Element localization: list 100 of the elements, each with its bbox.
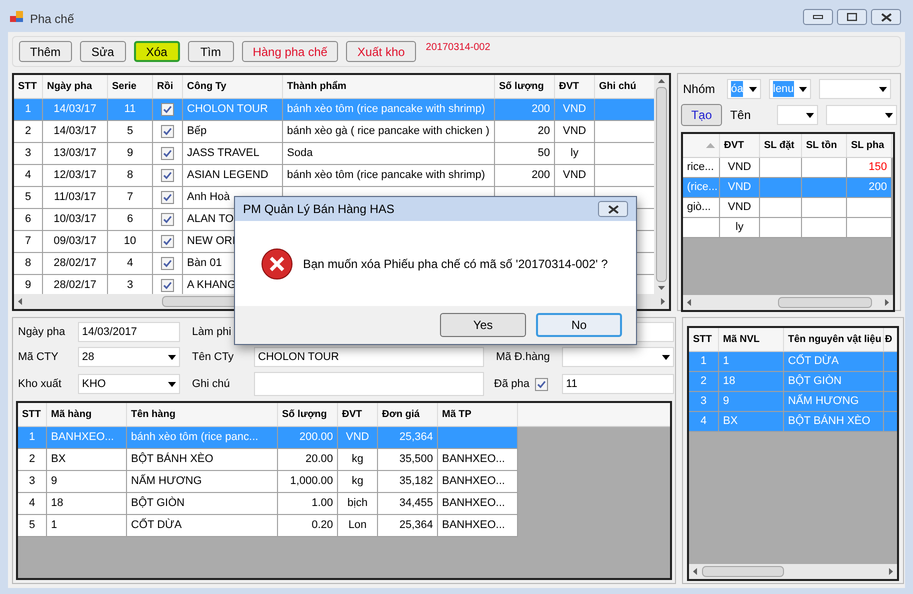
- voucher-code: 20170314-002: [426, 41, 490, 55]
- table-cell-text: 20.00: [305, 452, 333, 468]
- dropdown-value: óa: [731, 80, 744, 98]
- table-cell-text: 9: [126, 146, 134, 162]
- table-cell-text: BANHXEO...: [442, 496, 505, 512]
- table-cell-text: 11/03/17: [54, 190, 96, 206]
- table-cell-text: BANHXEO...: [51, 430, 114, 446]
- table-cell-text: BANHXEO...: [442, 452, 505, 468]
- table-cell-text: 3: [126, 278, 134, 294]
- table-cell-text: 3: [700, 394, 707, 410]
- table-cell-text: JASS TRAVEL: [187, 146, 260, 162]
- table-cell-text: 7: [126, 190, 134, 206]
- table-cell-text: 34,455: [399, 496, 433, 512]
- table-cell-text: VND: [728, 200, 752, 216]
- table-cell-text: Anh Hoà: [187, 190, 230, 206]
- table-cell-text: 5: [24, 190, 32, 206]
- table-cell-text: 4: [126, 256, 134, 272]
- dialog-message: Bạn muốn xóa Phiếu pha chế có mã số '20170314-002' ?: [303, 256, 608, 272]
- table-cell-text: Soda: [287, 146, 313, 162]
- table-cell-text: 2: [24, 124, 32, 140]
- table-cell-text: bịch: [347, 496, 368, 512]
- table-cell-text: rice...: [687, 160, 714, 176]
- table-cell-text: BANHXEO...: [442, 518, 505, 534]
- table-cell-text: giò...: [687, 200, 711, 216]
- table-cell-text: (rice...: [687, 180, 718, 196]
- table-cell-text: bánh xèo tôm (rice pancake with shrimp): [287, 102, 486, 118]
- dialog-title: PM Quản Lý Bán Hàng HAS: [243, 201, 396, 218]
- table-cell-text: 35,500: [399, 452, 433, 468]
- dropdown-value: 28: [82, 350, 94, 365]
- table-cell-text: 200: [868, 180, 887, 196]
- field-label: Mã Đ.hàng: [496, 350, 550, 363]
- table-cell-text: VND: [728, 180, 752, 196]
- table-cell-text: BANHXEO...: [442, 474, 505, 490]
- table-cell-text: BỘT GIÒN: [131, 495, 185, 512]
- field-label: Kho xuất: [18, 376, 62, 392]
- table-cell-text: 1.00: [312, 496, 333, 512]
- table-cell-text: 7: [24, 234, 32, 250]
- table-cell-text: 28/02/17: [54, 278, 96, 294]
- table-cell-text: 20: [538, 124, 550, 140]
- table-cell-text: 3: [24, 146, 32, 162]
- table-cell-text: 4: [24, 168, 32, 184]
- table-cell-text: 200: [532, 168, 550, 184]
- dropdown-value: KHO: [82, 376, 106, 392]
- table-cell-text: 9: [51, 474, 58, 490]
- table-cell-text: 18: [51, 496, 64, 512]
- table-cell-text: A KHANG: [187, 278, 236, 294]
- dropdown-value: lenu: [773, 80, 794, 98]
- table-cell-text: 0.20: [312, 518, 333, 534]
- table-cell-text: 18: [723, 374, 736, 390]
- field-label: Đã pha: [494, 376, 530, 392]
- table-cell-text: Bếp: [187, 124, 207, 140]
- field-label: Làm phi: [192, 326, 232, 338]
- table-cell-text: 1: [723, 354, 730, 370]
- table-cell-text: ly: [570, 146, 578, 162]
- table-cell-text: CỐT DỪA: [131, 517, 182, 534]
- table-cell-text: 1: [51, 518, 58, 534]
- table-cell-text: 200.00: [299, 430, 333, 446]
- table-cell-text: 6: [24, 212, 32, 228]
- field-label: Mã CTY: [18, 350, 60, 365]
- table-cell-text: 35,182: [399, 474, 433, 490]
- table-cell-text: Bàn 01: [187, 256, 222, 272]
- table-cell-text: BX: [51, 452, 66, 468]
- table-cell-text: ASIAN LEGEND: [187, 168, 268, 184]
- table-cell-text: 8: [24, 256, 32, 272]
- table-cell-text: 150: [868, 160, 887, 176]
- table-cell-text: BỘT GIÒN: [788, 373, 842, 390]
- table-cell-text: VND: [346, 430, 370, 446]
- table-cell-text: 8: [126, 168, 134, 184]
- field-label: Nhóm: [682, 81, 716, 98]
- table-cell-text: kg: [352, 452, 364, 468]
- table-cell-text: 50: [538, 146, 550, 162]
- table-cell-text: bánh xèo gà ( rice pancake with chicken ): [287, 124, 490, 140]
- table-cell-text: 14/03/17: [54, 102, 96, 118]
- table-cell-text: CỐT DỪA: [788, 353, 839, 370]
- table-cell-text: BỘT BÁNH XÈO: [788, 413, 870, 430]
- table-cell-text: 10/03/17: [54, 212, 96, 228]
- table-cell-text: 9: [723, 394, 730, 410]
- table-cell-text: 11: [124, 102, 136, 118]
- table-cell-text: 12/03/17: [54, 168, 96, 184]
- table-cell-text: 3: [28, 474, 36, 490]
- table-cell-text: CHOLON TOUR: [187, 102, 268, 118]
- table-cell-text: 28/02/17: [54, 256, 96, 272]
- table-cell-text: 13/03/17: [54, 146, 96, 162]
- table-cell-text: NẤM HƯƠNG: [131, 473, 202, 490]
- table-cell-text: 2: [28, 452, 36, 468]
- table-cell-text: 25,364: [399, 518, 433, 534]
- field-label: Tên: [730, 107, 752, 124]
- table-cell-text: 14/03/17: [54, 124, 96, 140]
- table-cell-text: VND: [728, 160, 752, 176]
- table-cell-text: 200: [532, 102, 550, 118]
- field-label: Ghi chú: [192, 378, 230, 390]
- table-cell-text: 5: [126, 124, 134, 140]
- table-cell-text: 2: [700, 374, 707, 390]
- table-cell-text: BỘT BÁNH XÈO: [131, 451, 214, 468]
- table-cell-text: 4: [28, 496, 36, 512]
- table-cell-text: NẤM HƯƠNG: [788, 393, 859, 410]
- table-cell-text: bánh xèo tôm (rice pancake with shrimp): [287, 168, 486, 184]
- window-title: Pha chế: [30, 11, 74, 28]
- table-cell-text: ly: [736, 220, 744, 236]
- table-cell-text: 5: [28, 518, 36, 534]
